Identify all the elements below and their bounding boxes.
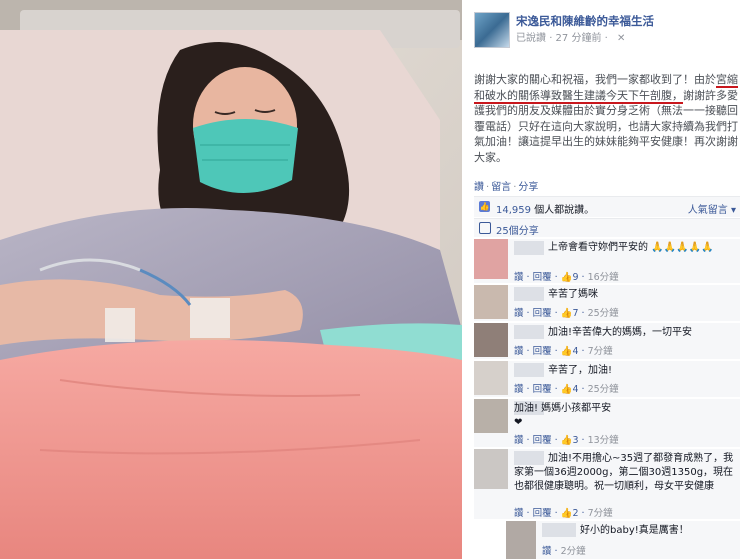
commenter-avatar[interactable] [474,449,508,489]
commenter-name-redacted[interactable] [514,363,544,377]
share-button[interactable]: 分享 [518,182,538,193]
patient-photo [0,0,462,559]
shares-count-link[interactable]: 25個分享 [496,222,539,237]
likes-count[interactable]: 14,959 [496,205,531,216]
comment-like-link[interactable]: 讚 [514,272,524,283]
post-actions: 讚 · 留言 · 分享 [474,182,539,193]
sort-comments-dropdown[interactable]: 人氣留言 ▾ [688,201,736,216]
comment-meta: 讚 · 回覆 · 👍2 · 7分鐘 [514,508,613,519]
commenter-name-redacted[interactable] [542,523,576,537]
comment-item: 辛苦了媽咪 讚 · 回覆 · 👍7 · 25分鐘 [474,284,740,321]
post-panel: 宋逸民和陳維齡的幸福生活 已說讚 · 27 分鐘前 · ✕ 謝謝大家的關心和祝福… [466,0,744,559]
comment-item: 加油!辛苦偉大的媽媽，一切平安 讚 · 回覆 · 👍4 · 7分鐘 [474,322,740,359]
comment-item: 上帝會看守妳們平安的 🙏🙏🙏🙏🙏 讚 · 回覆 · 👍9 · 16分鐘 [474,238,740,283]
commenter-avatar[interactable] [474,399,508,433]
page-avatar[interactable] [474,12,510,48]
comment-text: 加油!辛苦偉大的媽媽，一切平安 [548,327,693,338]
comment-text: 上帝會看守妳們平安的 🙏🙏🙏🙏🙏 [548,242,714,253]
commenter-avatar[interactable] [474,323,508,357]
comment-meta: 讚 · 回覆 · 👍4 · 25分鐘 [514,384,619,395]
comment-meta: 讚 · 回覆 · 👍7 · 25分鐘 [514,308,619,319]
comment-meta: 讚 · 回覆 · 👍3 · 13分鐘 [514,435,619,446]
comment-item: 辛苦了，加油! 讚 · 回覆 · 👍4 · 25分鐘 [474,360,740,397]
comment-button[interactable]: 留言 [491,182,511,193]
post-meta: 已說讚 · 27 分鐘前 · ✕ [516,33,626,44]
comment-meta: 讚 · 回覆 · 👍4 · 7分鐘 [514,346,613,357]
commenter-avatar[interactable] [506,521,536,559]
commenter-avatar[interactable] [474,239,508,279]
commenter-avatar[interactable] [474,285,508,319]
shares-summary: 25個分享 [474,218,740,237]
post-photo[interactable] [0,0,462,559]
commenter-avatar[interactable] [474,361,508,395]
comment-text: 辛苦了，加油! [548,365,613,376]
comment-item: 加油! 媽媽小孩都平安 ❤ 讚 · 回覆 · 👍3 · 13分鐘 [474,398,740,447]
liked-status[interactable]: 已說讚 [516,33,546,44]
close-icon[interactable]: ✕ [617,33,625,44]
comment-text: 加油!不用擔心~35週了都發育成熟了，我家第一個36週2000g，第二個30週1… [514,453,734,492]
post-time[interactable]: 27 分鐘前 [556,33,602,44]
post-text-part1: 謝謝大家的關心和祝福，我們一家都收到了！由於 [474,73,716,86]
page-name-link[interactable]: 宋逸民和陳維齡的幸福生活 [516,13,654,29]
commenter-name-redacted[interactable] [514,325,544,339]
comment-meta: 讚 · 回覆 · 👍9 · 16分鐘 [514,272,619,283]
post-header: 宋逸民和陳維齡的幸福生活 已說讚 · 27 分鐘前 · ✕ [474,12,740,48]
likes-summary: 👍 14,959 個人都說讚。 人氣留言 ▾ [474,196,740,217]
comment-text: 辛苦了媽咪 [548,289,598,300]
likes-text: 14,959 個人都說讚。 [496,205,595,216]
comment-text: 加油! 媽媽小孩都平安 ❤ [514,403,612,428]
comment-reply-link[interactable]: 回覆 [533,272,552,283]
comment-reply-item: 好小的baby!真是厲害！ 讚 · 2分鐘 [506,520,740,559]
comment-text: 好小的baby!真是厲害！ [580,525,689,536]
comment-item: 加油!不用擔心~35週了都發育成熟了，我家第一個36週2000g，第二個30週1… [474,448,740,519]
post-text: 謝謝大家的關心和祝福，我們一家都收到了！由於宮縮和破水的關係導致醫生建議今天下午… [474,72,740,165]
comment-meta: 讚 · 2分鐘 [542,546,586,557]
share-icon [479,222,491,234]
commenter-name-redacted[interactable] [514,287,544,301]
like-button[interactable]: 讚 [474,182,484,193]
commenter-name-redacted[interactable] [514,241,544,255]
thumbs-up-icon: 👍 [479,201,490,212]
